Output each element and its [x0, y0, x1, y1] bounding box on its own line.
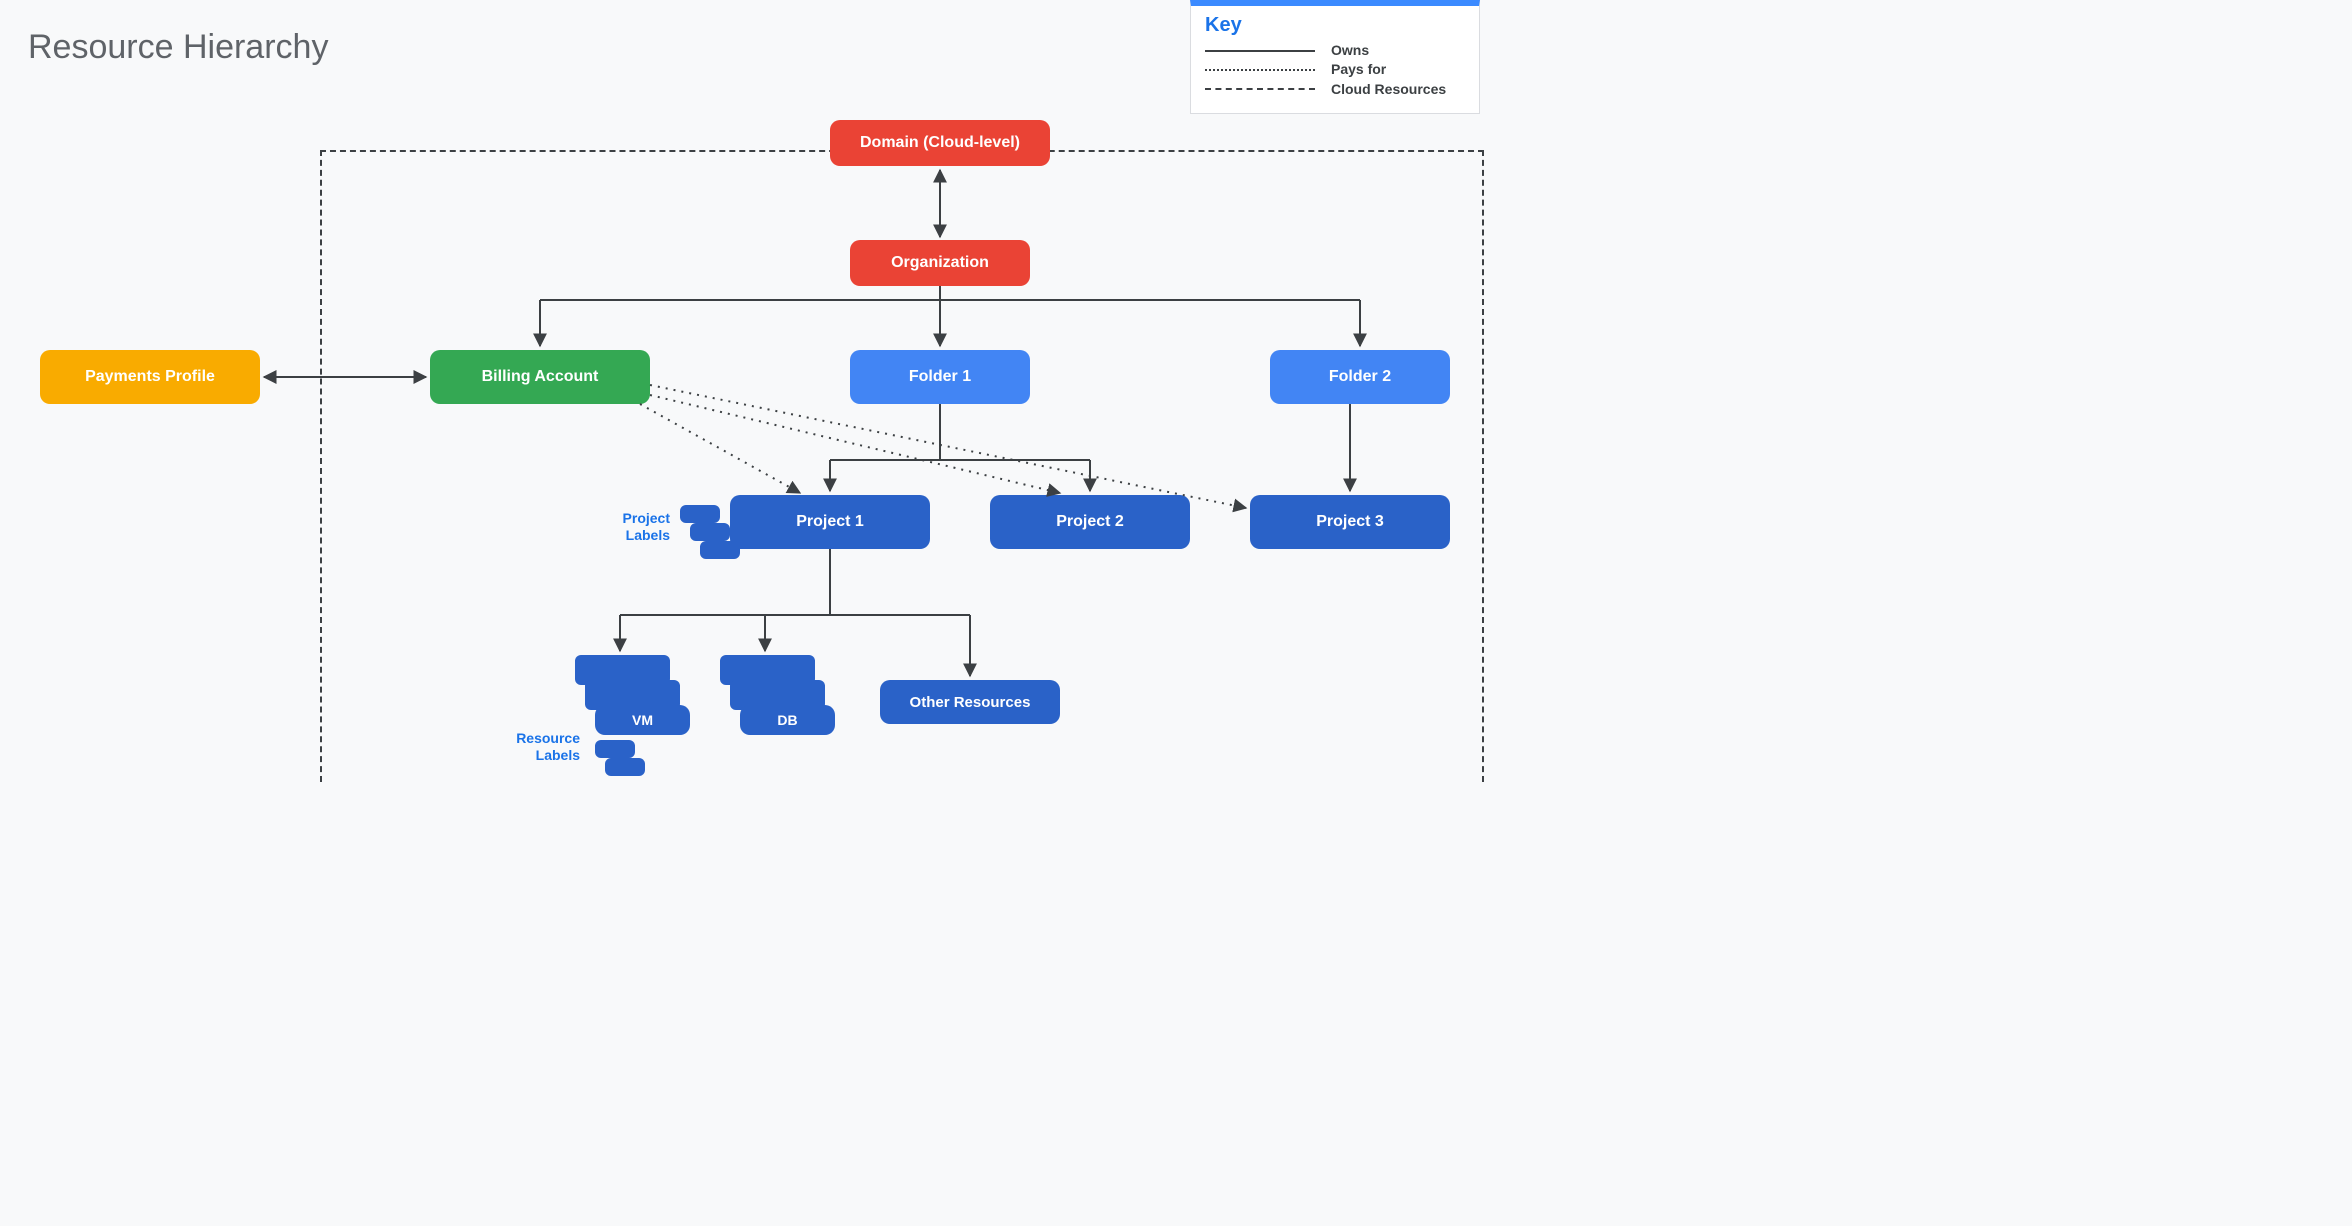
diagram-title: Resource Hierarchy — [28, 28, 328, 67]
chip-project-label — [680, 505, 720, 523]
label-resource-labels: Resource Labels — [490, 730, 580, 764]
legend-label-owns: Owns — [1331, 43, 1369, 58]
node-vm: VM — [595, 705, 690, 735]
legend-line-solid — [1205, 50, 1315, 52]
legend-label-paysfor: Pays for — [1331, 62, 1386, 77]
node-project3: Project 3 — [1250, 495, 1450, 549]
node-folder2: Folder 2 — [1270, 350, 1450, 404]
node-folder1: Folder 1 — [850, 350, 1030, 404]
node-other-resources: Other Resources — [880, 680, 1060, 724]
legend-line-dotted — [1205, 69, 1315, 71]
diagram-canvas: Resource Hierarchy Key Owns Pays for Clo… — [0, 0, 1504, 784]
legend-row-owns: Owns — [1205, 43, 1465, 58]
legend-row-paysfor: Pays for — [1205, 62, 1465, 77]
node-domain: Domain (Cloud-level) — [830, 120, 1050, 166]
legend-box: Key Owns Pays for Cloud Resources — [1190, 0, 1480, 114]
legend-label-cloud: Cloud Resources — [1331, 82, 1446, 97]
legend-row-cloud: Cloud Resources — [1205, 82, 1465, 97]
legend-line-dashed — [1205, 88, 1315, 90]
chip-resource-label — [605, 758, 645, 776]
chip-resource-label — [595, 740, 635, 758]
node-billing-account: Billing Account — [430, 350, 650, 404]
node-project1: Project 1 — [730, 495, 930, 549]
chip-project-label — [690, 523, 730, 541]
chip-project-label — [700, 541, 740, 559]
node-project2: Project 2 — [990, 495, 1190, 549]
node-organization: Organization — [850, 240, 1030, 286]
node-payments-profile: Payments Profile — [40, 350, 260, 404]
label-project-labels: Project Labels — [600, 510, 670, 544]
legend-title: Key — [1205, 14, 1465, 37]
node-db: DB — [740, 705, 835, 735]
